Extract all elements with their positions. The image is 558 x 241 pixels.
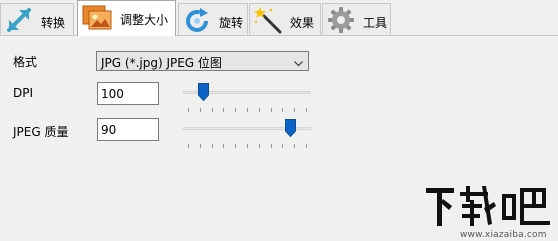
rotate-icon: [183, 6, 211, 34]
slider-tick: [306, 108, 307, 112]
resize-arrows-icon: [5, 6, 33, 34]
tab-effects-label: 效果: [290, 16, 315, 30]
format-select[interactable]: JPG (*.jpg) JPEG 位图: [96, 51, 309, 71]
dpi-label: DPI: [13, 86, 34, 100]
tab-rotate-label: 旋转: [219, 16, 244, 30]
dpi-slider-thumb[interactable]: [198, 83, 209, 102]
tab-resize[interactable]: 调整大小: [77, 0, 176, 36]
dpi-field[interactable]: [97, 82, 160, 105]
slider-tick: [247, 144, 248, 148]
slider-tick: [223, 144, 224, 148]
slider-tick: [235, 144, 236, 148]
tab-tools-label: 工具: [363, 16, 388, 30]
jpeg-quality-input[interactable]: [98, 119, 160, 140]
slider-tick: [212, 108, 213, 112]
watermark-url: www.xiazaiba.com: [460, 230, 547, 240]
slider-tick: [294, 108, 295, 112]
slider-tick: [200, 108, 201, 112]
tab-resize-label: 调整大小: [120, 13, 169, 27]
jpeg-quality-slider-thumb[interactable]: [285, 119, 296, 138]
magic-wand-icon: [254, 6, 282, 34]
slider-tick: [188, 144, 189, 148]
slider-tick: [306, 144, 307, 148]
slider-tick: [294, 144, 295, 148]
slider-tick: [235, 108, 236, 112]
format-label: 格式: [13, 55, 38, 69]
slider-tick: [212, 144, 213, 148]
slider-tick: [247, 108, 248, 112]
tab-effects[interactable]: 效果: [249, 3, 321, 35]
tab-rotate[interactable]: 旋转: [178, 3, 248, 35]
slider-tick: [271, 144, 272, 148]
slider-tick: [259, 108, 260, 112]
dpi-input[interactable]: [98, 83, 160, 104]
slider-tick: [259, 144, 260, 148]
tab-convert[interactable]: 转换: [0, 3, 74, 35]
slider-tick: [282, 108, 283, 112]
slider-tick: [200, 144, 201, 148]
tab-tools[interactable]: 工具: [322, 3, 391, 35]
gear-icon: [327, 6, 355, 34]
slider-tick: [223, 108, 224, 112]
dpi-slider[interactable]: [183, 83, 311, 113]
tab-convert-label: 转换: [41, 16, 66, 30]
jpeg-quality-slider[interactable]: [183, 119, 311, 149]
format-select-value: JPG (*.jpg) JPEG 位图: [101, 56, 222, 70]
tab-bar: 转换 调整大小 旋转 效果 工具: [0, 0, 558, 36]
jpeg-quality-label: JPEG 质量: [13, 125, 69, 139]
image-resize-icon: [82, 5, 112, 33]
jpeg-quality-field[interactable]: [97, 118, 160, 141]
slider-tick: [282, 144, 283, 148]
chevron-down-icon: [294, 57, 303, 67]
slider-tick: [188, 108, 189, 112]
slider-tick: [271, 108, 272, 112]
